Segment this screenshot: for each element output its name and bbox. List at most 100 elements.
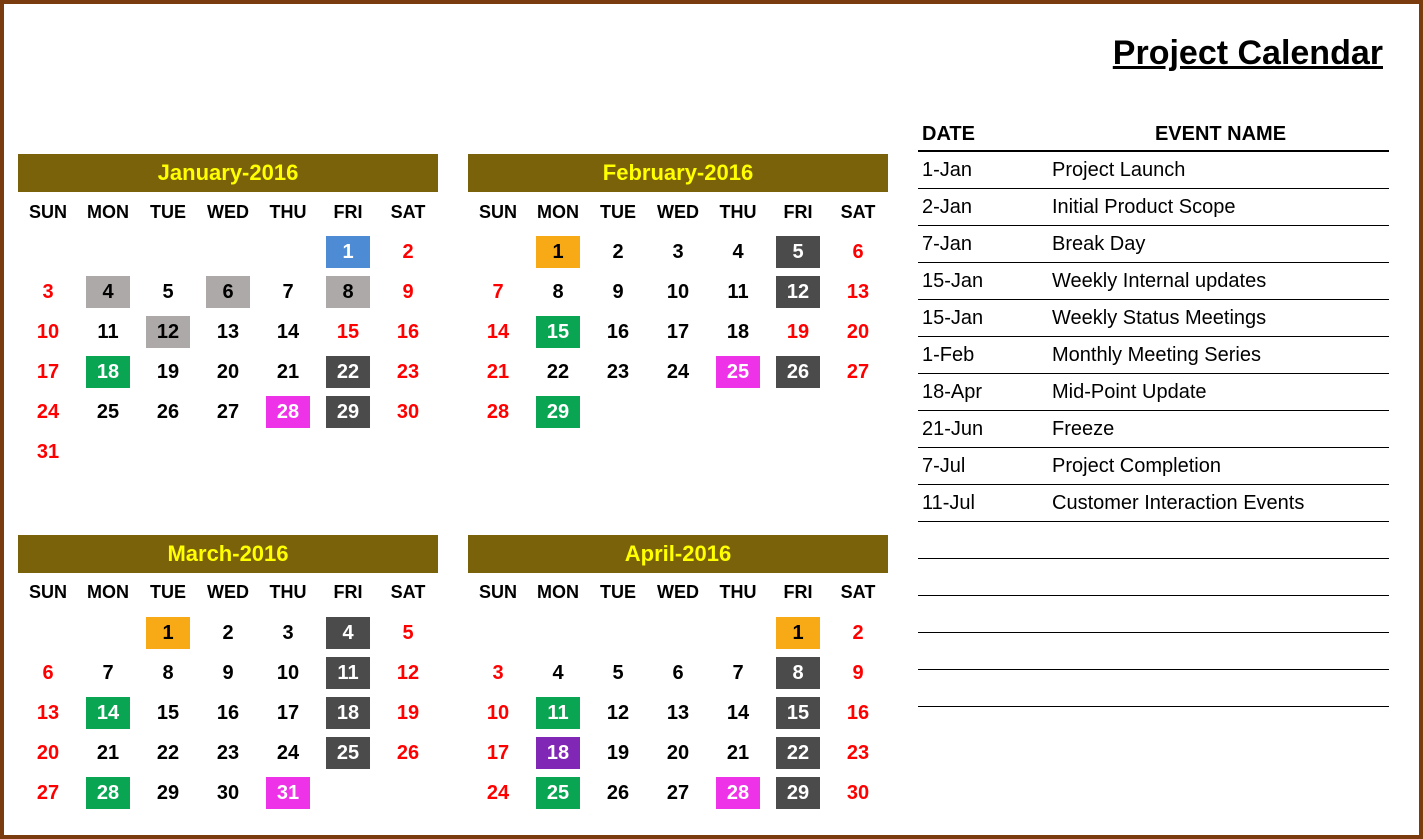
day-number: 8 [542,276,574,308]
day-number: 27 [212,396,244,428]
week-row: 14151617181920 [468,312,888,352]
day-cell: 8 [318,272,378,312]
day-cell: 10 [468,693,528,733]
weekday-header: MON [528,192,588,232]
day-number: 1 [146,617,190,649]
day-number: 15 [152,697,184,729]
day-number: 18 [536,737,580,769]
weekday-header: SAT [378,192,438,232]
month-calendar: January-2016SUNMONTUEWEDTHUFRISAT1234567… [18,154,438,485]
event-date: 7-Jul [918,455,1052,478]
day-number: 24 [662,356,694,388]
day-cell [18,613,78,653]
day-cell: 22 [138,733,198,773]
day-cell: 27 [828,352,888,392]
day-cell: 14 [468,312,528,352]
day-number: 20 [662,737,694,769]
day-cell: 10 [258,653,318,693]
day-number: 15 [332,316,364,348]
day-number: 11 [92,316,124,348]
day-cell: 25 [708,352,768,392]
week-row: 21222324252627 [468,352,888,392]
day-cell: 18 [318,693,378,733]
week-row: 12 [18,232,438,272]
day-number: 8 [152,657,184,689]
day-number: 18 [86,356,130,388]
day-cell: 24 [18,392,78,432]
day-cell: 6 [648,653,708,693]
day-number: 6 [662,657,694,689]
week-row: 3456789 [18,272,438,312]
weekday-header: THU [258,573,318,613]
day-cell: 29 [528,392,588,432]
day-cell: 3 [468,653,528,693]
day-cell: 22 [318,352,378,392]
day-cell: 27 [18,773,78,813]
day-cell [318,432,378,472]
day-number: 9 [842,657,874,689]
event-name: Project Completion [1052,455,1389,478]
day-cell: 21 [468,352,528,392]
week-row: 2829 [468,392,888,432]
day-cell: 15 [138,693,198,733]
day-cell: 17 [258,693,318,733]
weekday-header: WED [198,192,258,232]
event-row: 15-JanWeekly Internal updates [918,263,1389,300]
day-number: 25 [92,396,124,428]
day-cell: 14 [78,693,138,733]
day-number: 7 [482,276,514,308]
day-number: 29 [326,396,370,428]
day-number: 16 [842,697,874,729]
event-name: Weekly Status Meetings [1052,307,1389,330]
day-number: 24 [482,777,514,809]
weekday-header: SAT [378,573,438,613]
day-cell: 11 [708,272,768,312]
day-number: 30 [212,777,244,809]
day-number: 3 [272,617,304,649]
week-row: 10111213141516 [18,312,438,352]
day-number: 26 [392,737,424,769]
day-cell: 18 [78,352,138,392]
day-cell: 13 [18,693,78,733]
day-cell [468,232,528,272]
day-cell: 7 [258,272,318,312]
day-number: 23 [602,356,634,388]
day-number: 22 [152,737,184,769]
weekday-header: FRI [318,573,378,613]
month-title: January-2016 [18,154,438,192]
event-row-empty [918,559,1389,596]
day-number: 6 [842,236,874,268]
day-number: 16 [392,316,424,348]
day-number: 14 [722,697,754,729]
event-row: 21-JunFreeze [918,411,1389,448]
day-cell: 6 [198,272,258,312]
weekday-header: MON [78,573,138,613]
project-calendar-document: January-2016SUNMONTUEWEDTHUFRISAT1234567… [0,0,1423,839]
day-cell: 6 [18,653,78,693]
weekday-header: WED [648,192,708,232]
day-cell: 1 [528,232,588,272]
day-number: 17 [32,356,64,388]
day-number: 1 [776,617,820,649]
page-title: Project Calendar [918,34,1389,73]
day-number: 17 [662,316,694,348]
day-number: 29 [536,396,580,428]
month-calendar: March-2016SUNMONTUEWEDTHUFRISAT123456789… [18,535,438,826]
day-cell: 8 [138,653,198,693]
day-cell [378,432,438,472]
day-cell: 10 [18,312,78,352]
day-cell [138,232,198,272]
event-row: 18-AprMid-Point Update [918,374,1389,411]
day-number: 27 [662,777,694,809]
week-row: 31 [18,432,438,472]
day-number: 30 [392,396,424,428]
day-cell: 23 [198,733,258,773]
day-cell: 10 [648,272,708,312]
day-number: 4 [86,276,130,308]
day-cell: 27 [198,392,258,432]
day-cell: 1 [138,613,198,653]
day-cell: 8 [768,653,828,693]
day-cell [198,232,258,272]
week-row: 20212223242526 [18,733,438,773]
day-cell: 20 [648,733,708,773]
